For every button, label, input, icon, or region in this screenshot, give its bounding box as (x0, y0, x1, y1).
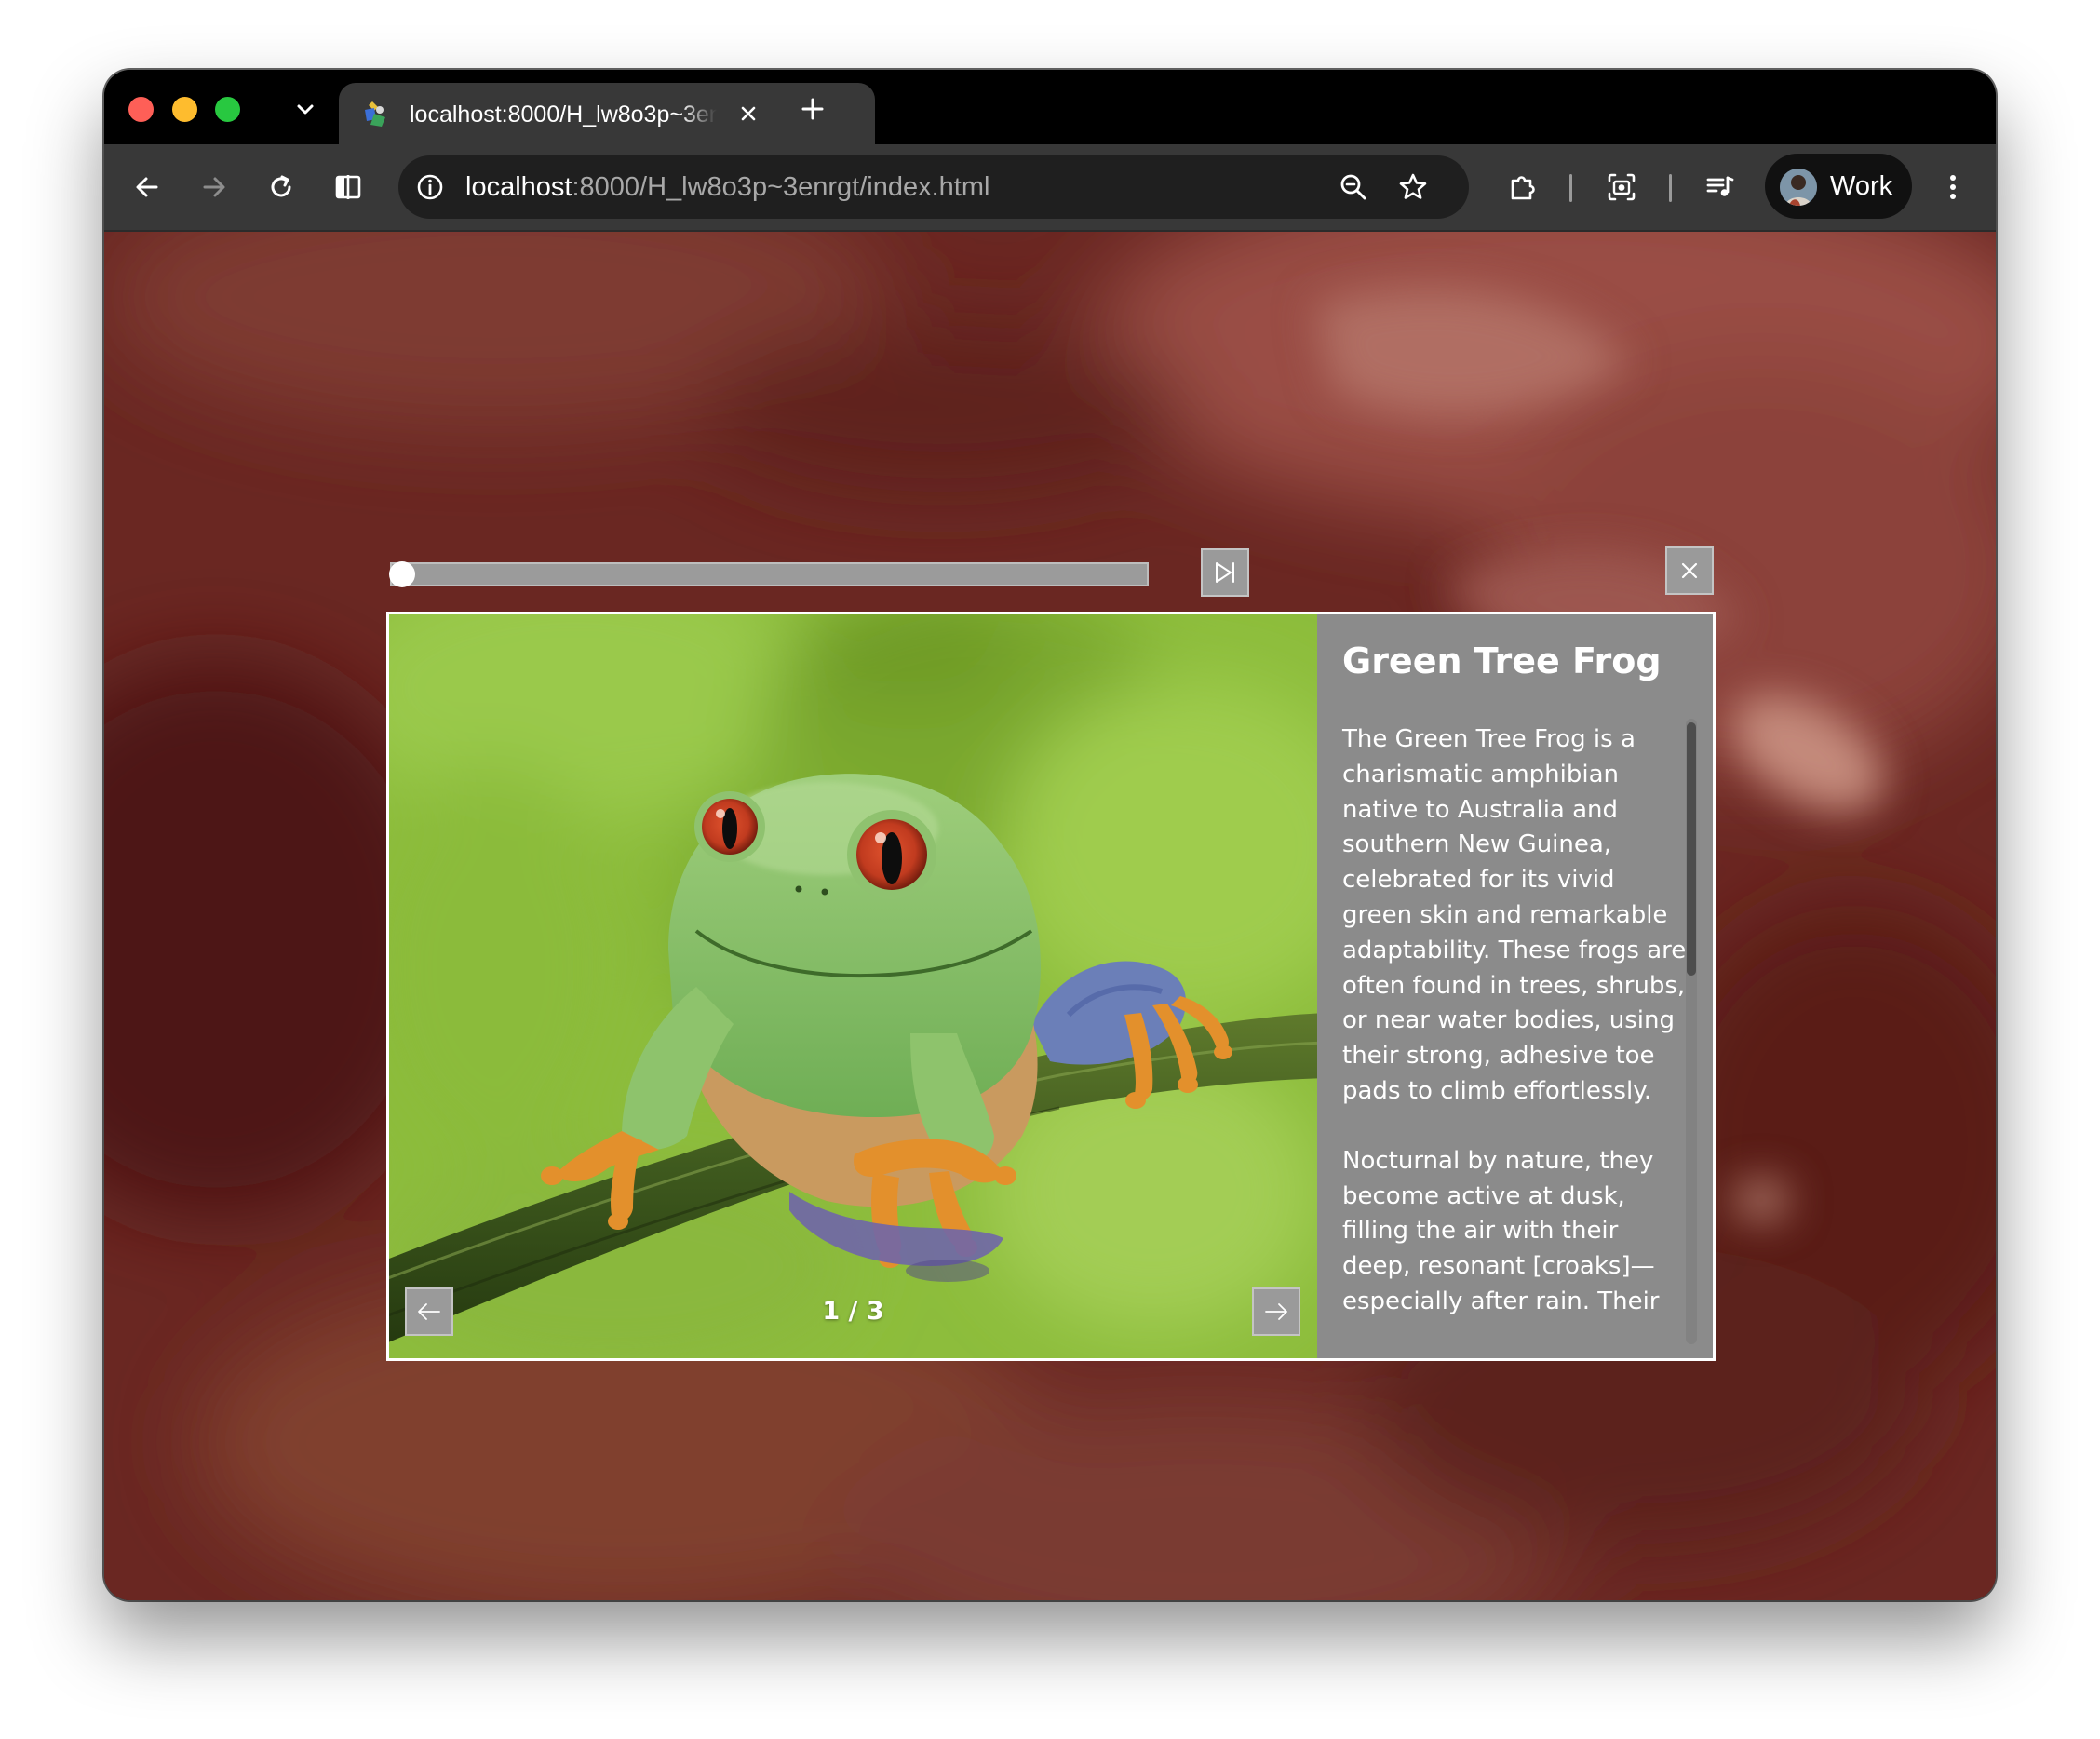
puzzle-icon (1511, 176, 1535, 200)
close-window-button[interactable] (128, 97, 154, 122)
play-slideshow-button[interactable] (1201, 548, 1249, 597)
arrow-left-icon (136, 177, 158, 197)
favicon-icon (365, 101, 385, 127)
screenshot-button[interactable] (1599, 165, 1644, 209)
split-view-icon (335, 175, 361, 199)
tab-search-button[interactable] (287, 90, 324, 128)
toolbar-separator (1669, 174, 1672, 202)
tab-close-button[interactable] (734, 99, 763, 128)
url-host: localhost (465, 172, 572, 202)
slide-description: The Green Tree Frog is a charismatic amp… (1342, 722, 1687, 1355)
back-button[interactable] (125, 165, 169, 209)
toolbar-separator (1569, 174, 1572, 202)
chevron-down-icon (297, 104, 314, 115)
maximize-window-button[interactable] (215, 97, 240, 122)
media-queue-icon (1706, 176, 1734, 196)
camera-icon (1608, 173, 1636, 201)
slide-image (389, 614, 1317, 1358)
minimize-window-button[interactable] (172, 97, 197, 122)
star-icon (1399, 173, 1427, 199)
bookmark-button[interactable] (1394, 169, 1432, 206)
plus-icon (801, 98, 824, 120)
new-tab-button[interactable] (794, 90, 831, 128)
close-icon (741, 106, 756, 121)
browser-window: localhost:8000/H_lw8o3p~3enrgt/index.htm… (104, 70, 1996, 1600)
description-paragraph: Nocturnal by nature, they become active … (1342, 1146, 1660, 1315)
profile-label: Work (1830, 171, 1893, 201)
profile-button[interactable]: Work (1765, 154, 1912, 219)
forward-button[interactable] (192, 165, 236, 209)
green-tree-frog-photo (389, 614, 1317, 1358)
tab-title: localhost:8000/H_lw8o3p~3enrgt/index.htm… (410, 101, 717, 128)
kebab-menu-icon (1950, 175, 1956, 199)
arrow-right-icon (1265, 1303, 1287, 1320)
slide-counter: 1 / 3 (822, 1297, 884, 1326)
split-view-button[interactable] (326, 165, 370, 209)
description-paragraph: The Green Tree Frog is a charismatic amp… (1342, 725, 1687, 1105)
page-viewport: 1 / 3 Green Tree Frog The Green Tree Fro… (104, 232, 1996, 1600)
url-path: :8000/H_lw8o3p~3enrgt/index.html (572, 172, 990, 202)
description-scrollbar-thumb[interactable] (1687, 722, 1696, 976)
reload-icon (271, 175, 291, 197)
zoom-button[interactable] (1335, 169, 1372, 206)
zoom-icon (1340, 174, 1366, 200)
description-panel[interactable]: Green Tree Frog The Green Tree Frog is a… (1317, 614, 1713, 1358)
close-icon (1681, 562, 1698, 579)
next-slide-button[interactable] (1252, 1287, 1300, 1336)
address-bar[interactable]: localhost:8000/H_lw8o3p~3enrgt/index.htm… (398, 155, 1469, 219)
arrow-right-icon (203, 177, 225, 197)
url-text: localhost:8000/H_lw8o3p~3enrgt/index.htm… (465, 171, 989, 203)
slideshow-progress-track[interactable] (390, 562, 1149, 586)
tab-strip: localhost:8000/H_lw8o3p~3enrgt/index.htm… (104, 70, 1996, 144)
reload-button[interactable] (259, 165, 303, 209)
close-viewer-button[interactable] (1665, 546, 1714, 595)
info-icon[interactable] (415, 172, 445, 202)
extensions-button[interactable] (1501, 165, 1545, 209)
browser-toolbar: localhost:8000/H_lw8o3p~3enrgt/index.htm… (104, 144, 1996, 232)
media-button[interactable] (1698, 165, 1743, 209)
play-next-icon (1216, 562, 1234, 583)
browser-menu-button[interactable] (1931, 165, 1975, 209)
slideshow-progress-thumb[interactable] (389, 561, 415, 587)
avatar (1780, 169, 1817, 206)
lightbox: 1 / 3 Green Tree Frog The Green Tree Fro… (386, 612, 1716, 1361)
slide-title: Green Tree Frog (1342, 640, 1662, 681)
